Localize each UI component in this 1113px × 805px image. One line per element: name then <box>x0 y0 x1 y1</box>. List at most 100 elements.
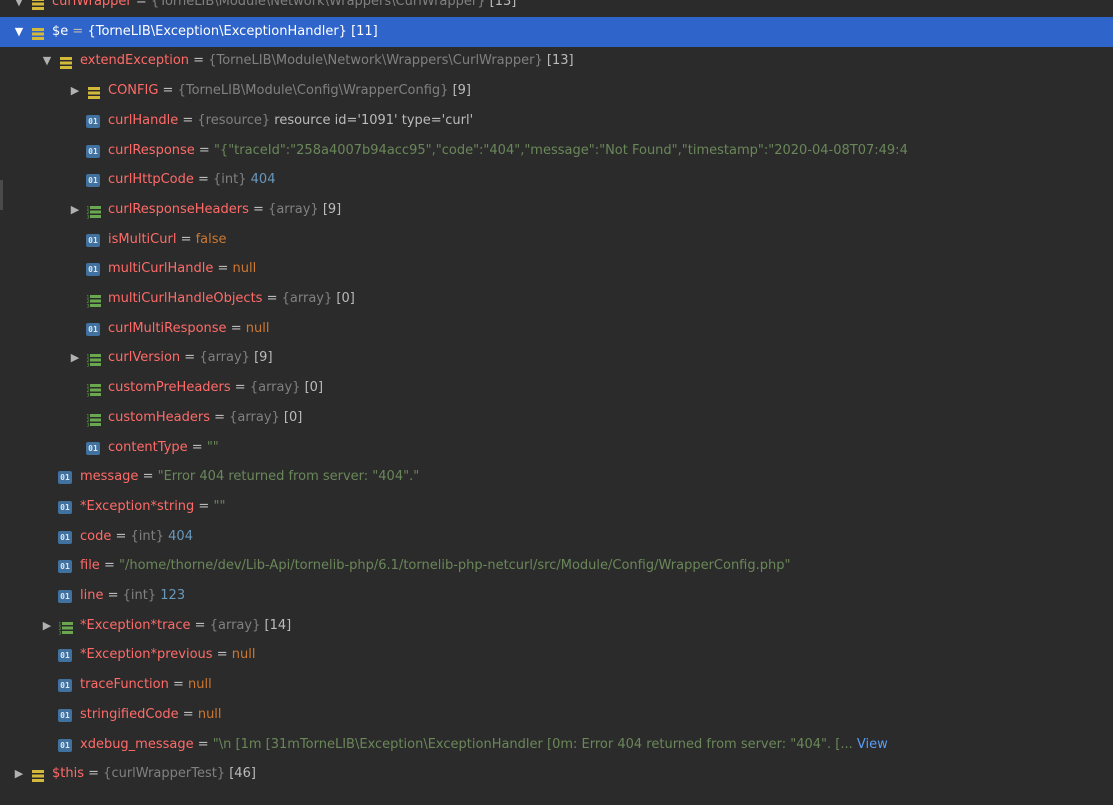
tree-row[interactable]: 01 code = {int} 404 <box>0 522 1113 552</box>
tree-row[interactable]: ▶ $this = {curlWrapperTest} [46] <box>0 759 1113 789</box>
collapse-arrow-icon[interactable]: ▼ <box>40 46 54 76</box>
equals-sign: = <box>103 588 123 603</box>
field-icon: 01 <box>58 590 72 603</box>
equals-sign: = <box>226 320 246 336</box>
variable-type: {curlWrapperTest} <box>103 766 226 782</box>
variable-type: {TorneLIB\Exception\ExceptionHandler} <box>87 23 347 39</box>
svg-text:3: 3 <box>87 214 90 220</box>
equals-sign: = <box>189 53 209 69</box>
svg-text:3: 3 <box>87 393 90 399</box>
variable-extra: [0] <box>332 291 355 306</box>
variable-type: {TorneLIB\Module\Config\WrapperConfig} <box>177 83 449 99</box>
tree-row[interactable]: 1 2 3 multiCurlHandleObjects = {array} [0] <box>0 284 1113 314</box>
array-icon: 123 <box>86 291 102 310</box>
collapse-arrow-icon[interactable]: ▼ <box>12 0 26 17</box>
tree-row[interactable]: 01 file = "/home/thorne/dev/Lib-Api/torne… <box>0 551 1113 581</box>
row-text: curlHandle = {resource} resource id='109… <box>108 106 473 136</box>
tree-row[interactable]: 1 2 3 customHeaders = {array} [0] <box>0 403 1113 433</box>
tree-row[interactable]: 01 traceFunction = null <box>0 670 1113 700</box>
field-icon: 01 <box>86 174 100 188</box>
variable-value: 404 <box>246 172 276 188</box>
tree-row[interactable]: ▼ extendException = {TorneLIB\Module\Netw… <box>0 46 1113 76</box>
tree-row[interactable]: 01 multiCurlHandle = null <box>0 254 1113 284</box>
row-text: CONFIG = {TorneLIB\Module\Config\Wrapper… <box>108 76 471 106</box>
tree-row[interactable]: ▶ CONFIG = {TorneLIB\Module\Config\Wrappe… <box>0 76 1113 106</box>
field-icon: 01 <box>58 471 72 485</box>
equals-sign: = <box>213 261 233 277</box>
tree-row[interactable]: 01 isMultiCurl = false <box>0 225 1113 255</box>
tree-row[interactable]: 1 2 3 customPreHeaders = {array} [0] <box>0 373 1113 403</box>
variable-type: {array} <box>199 350 250 366</box>
expand-arrow-icon[interactable]: ▶ <box>40 611 54 641</box>
tree-row[interactable]: 01 curlResponse = "{"traceId":"258a4007b9… <box>0 136 1113 166</box>
tree-row[interactable]: 01 curlHandle = {resource} resource id='1… <box>0 106 1113 136</box>
row-text: file = "/home/thorne/dev/Lib-Api/torneli… <box>80 551 790 581</box>
variable-value: 123 <box>156 588 186 603</box>
tree-row[interactable]: ▶ 1 2 3 curlResponseHeaders = {array} [9] <box>0 195 1113 225</box>
tree-row[interactable]: 01 contentType = "" <box>0 433 1113 463</box>
row-text: curlVersion = {array} [9] <box>108 343 273 373</box>
tree-row[interactable]: 01 xdebug_message = "\n [1m [31mTorneLIB\… <box>0 730 1113 760</box>
expand-arrow-icon[interactable]: ▶ <box>12 759 26 789</box>
variable-value: null <box>245 320 270 336</box>
tree-row[interactable]: 01 message = "Error 404 returned from ser… <box>0 462 1113 492</box>
variable-name: curlResponse <box>108 142 195 158</box>
row-text: message = "Error 404 returned from serve… <box>80 462 419 492</box>
tree-row[interactable]: 01 *Exception*string = "" <box>0 492 1113 522</box>
tree-row[interactable]: ▶ 1 2 3 *Exception*trace = {array} [14] <box>0 611 1113 641</box>
row-text: curlResponse = "{"traceId":"258a4007b94a… <box>108 136 908 166</box>
collapse-arrow-icon[interactable]: ▼ <box>12 17 26 47</box>
variable-value: "" <box>213 498 226 514</box>
variable-name: file <box>80 558 100 574</box>
variable-type: {array} <box>268 201 319 217</box>
field-icon: 01 <box>58 560 72 574</box>
variable-extra: [9] <box>318 201 342 217</box>
variable-name: line <box>80 588 104 603</box>
debugger-variables-tree[interactable]: ▼ curlWrapper = {TorneLIB\Module\Network\… <box>0 0 1113 805</box>
object-icon <box>30 0 46 10</box>
array-icon: 123 <box>86 410 102 428</box>
row-text: customPreHeaders = {array} [0] <box>108 373 323 403</box>
variable-value: false <box>195 231 227 247</box>
object-icon <box>58 53 74 70</box>
equals-sign: = <box>193 736 213 752</box>
variable-extra: [46] <box>225 766 256 782</box>
tree-row[interactable]: 01 stringifiedCode = null <box>0 700 1113 730</box>
view-link[interactable]: View <box>853 737 888 752</box>
variable-name: customHeaders <box>108 409 210 425</box>
variable-extra: [14] <box>260 617 292 633</box>
variable-value: "/home/thorne/dev/Lib-Api/tornelib-php/6… <box>118 558 791 574</box>
tree-row[interactable]: 01 line = {int} 123 <box>0 581 1113 611</box>
variable-name: contentType <box>108 439 188 455</box>
tree-row[interactable]: 01 *Exception*previous = null <box>0 640 1113 670</box>
variable-type: {int} <box>213 172 247 188</box>
variable-extra: resource id='1091' type='curl' <box>270 112 474 128</box>
variable-name: traceFunction <box>80 677 169 693</box>
variable-name: multiCurlHandle <box>108 261 214 277</box>
tree-row[interactable]: ▶ 1 2 3 curlVersion = {array} [9] <box>0 343 1113 373</box>
variable-name: curlMultiResponse <box>108 320 227 336</box>
equals-sign: = <box>168 677 189 693</box>
equals-sign: = <box>111 528 131 544</box>
equals-sign: = <box>193 172 214 188</box>
tree-row[interactable]: 01 curlMultiResponse = null <box>0 314 1113 344</box>
equals-sign: = <box>180 350 200 366</box>
variable-name: *Exception*previous <box>80 647 213 663</box>
object-icon <box>30 766 46 783</box>
row-text: curlWrapper = {TorneLIB\Module\Network\W… <box>52 0 516 17</box>
tree-row[interactable]: 01 curlHttpCode = {int} 404 <box>0 165 1113 195</box>
expand-arrow-icon[interactable]: ▶ <box>68 343 82 373</box>
field-icon: 01 <box>58 649 72 663</box>
variable-name: xdebug_message <box>80 736 194 752</box>
expand-arrow-icon[interactable]: ▶ <box>68 76 82 106</box>
tree-row[interactable]: ▼ curlWrapper = {TorneLIB\Module\Network\… <box>0 0 1113 17</box>
tree-row[interactable]: ▼ $e = {TorneLIB\Exception\ExceptionHandl… <box>0 16 1113 47</box>
equals-sign: = <box>158 83 178 99</box>
variable-value: "Error 404 returned from server: "404"." <box>157 469 420 485</box>
equals-sign: = <box>68 23 88 39</box>
field-icon: 01 <box>58 708 72 722</box>
variable-name: CONFIG <box>108 83 159 99</box>
expand-arrow-icon[interactable]: ▶ <box>68 195 82 225</box>
equals-sign: = <box>187 439 207 455</box>
variable-value: null <box>232 261 257 277</box>
